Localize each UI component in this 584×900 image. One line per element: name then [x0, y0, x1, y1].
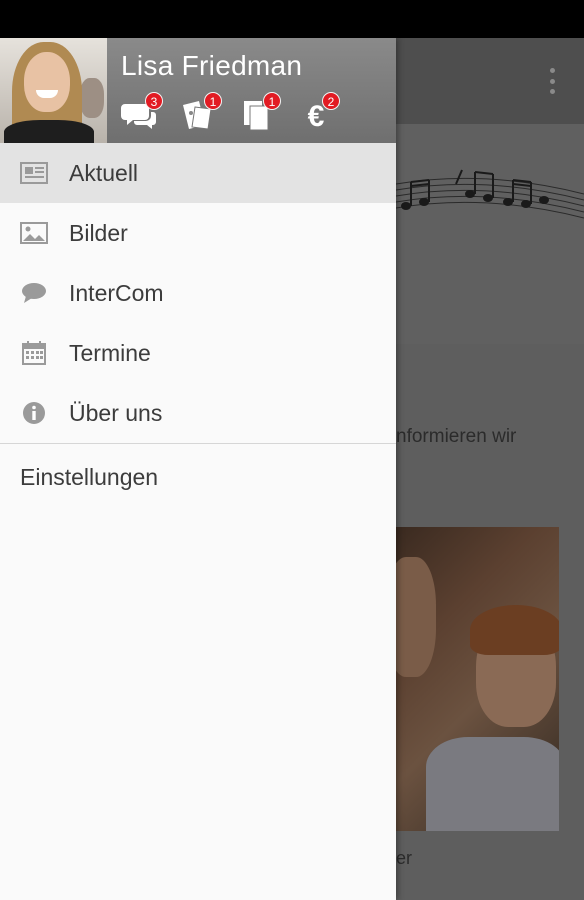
payments-badge: 2	[322, 92, 340, 110]
menu-item-ueber-uns[interactable]: Über uns	[0, 383, 396, 443]
avatar[interactable]	[0, 38, 107, 143]
settings-item[interactable]: Einstellungen	[0, 444, 396, 510]
menu-item-intercom[interactable]: InterCom	[0, 263, 396, 323]
documents-badge: 1	[263, 92, 281, 110]
navigation-drawer: Lisa Friedman 3 1 1 € 2 Aktuell Bilder I…	[0, 38, 396, 900]
user-name: Lisa Friedman	[121, 50, 303, 81]
menu-item-label: Aktuell	[69, 159, 139, 186]
notification-icons: 3 1 1 € 2	[121, 92, 340, 134]
menu-item-label: Über uns	[69, 399, 163, 426]
status-bar	[0, 0, 584, 38]
background-photo	[396, 527, 559, 831]
overflow-menu-icon[interactable]	[550, 68, 556, 94]
tickets-badge: 1	[204, 92, 222, 110]
tickets-button[interactable]: 1	[180, 92, 222, 132]
background-action-bar	[396, 38, 584, 124]
background-text-line-1: nformieren wir	[396, 426, 517, 447]
settings-label: Einstellungen	[20, 464, 159, 490]
menu-item-aktuell[interactable]: Aktuell	[0, 143, 396, 203]
menu-item-label: Termine	[69, 339, 151, 366]
news-icon	[20, 161, 48, 185]
background-text-line-3: er	[396, 848, 413, 868]
background-content[interactable]: nformieren wir er	[396, 38, 584, 900]
menu-item-termine[interactable]: Termine	[0, 323, 396, 383]
messages-button[interactable]: 3	[121, 92, 163, 132]
calendar-icon	[20, 341, 48, 365]
drawer-header: Lisa Friedman 3 1 1 € 2	[0, 38, 396, 143]
menu-item-label: InterCom	[69, 279, 164, 306]
image-icon	[20, 221, 48, 245]
sheet-music-icon	[396, 169, 584, 219]
music-banner-image	[396, 124, 584, 344]
menu-item-bilder[interactable]: Bilder	[0, 203, 396, 263]
chat-icon	[20, 281, 48, 305]
messages-badge: 3	[145, 92, 163, 110]
info-icon	[20, 401, 48, 425]
documents-button[interactable]: 1	[239, 92, 281, 132]
menu-item-label: Bilder	[69, 219, 128, 246]
drawer-menu: Aktuell Bilder InterCom Termine Über uns…	[0, 143, 396, 510]
payments-button[interactable]: € 2	[298, 92, 340, 132]
